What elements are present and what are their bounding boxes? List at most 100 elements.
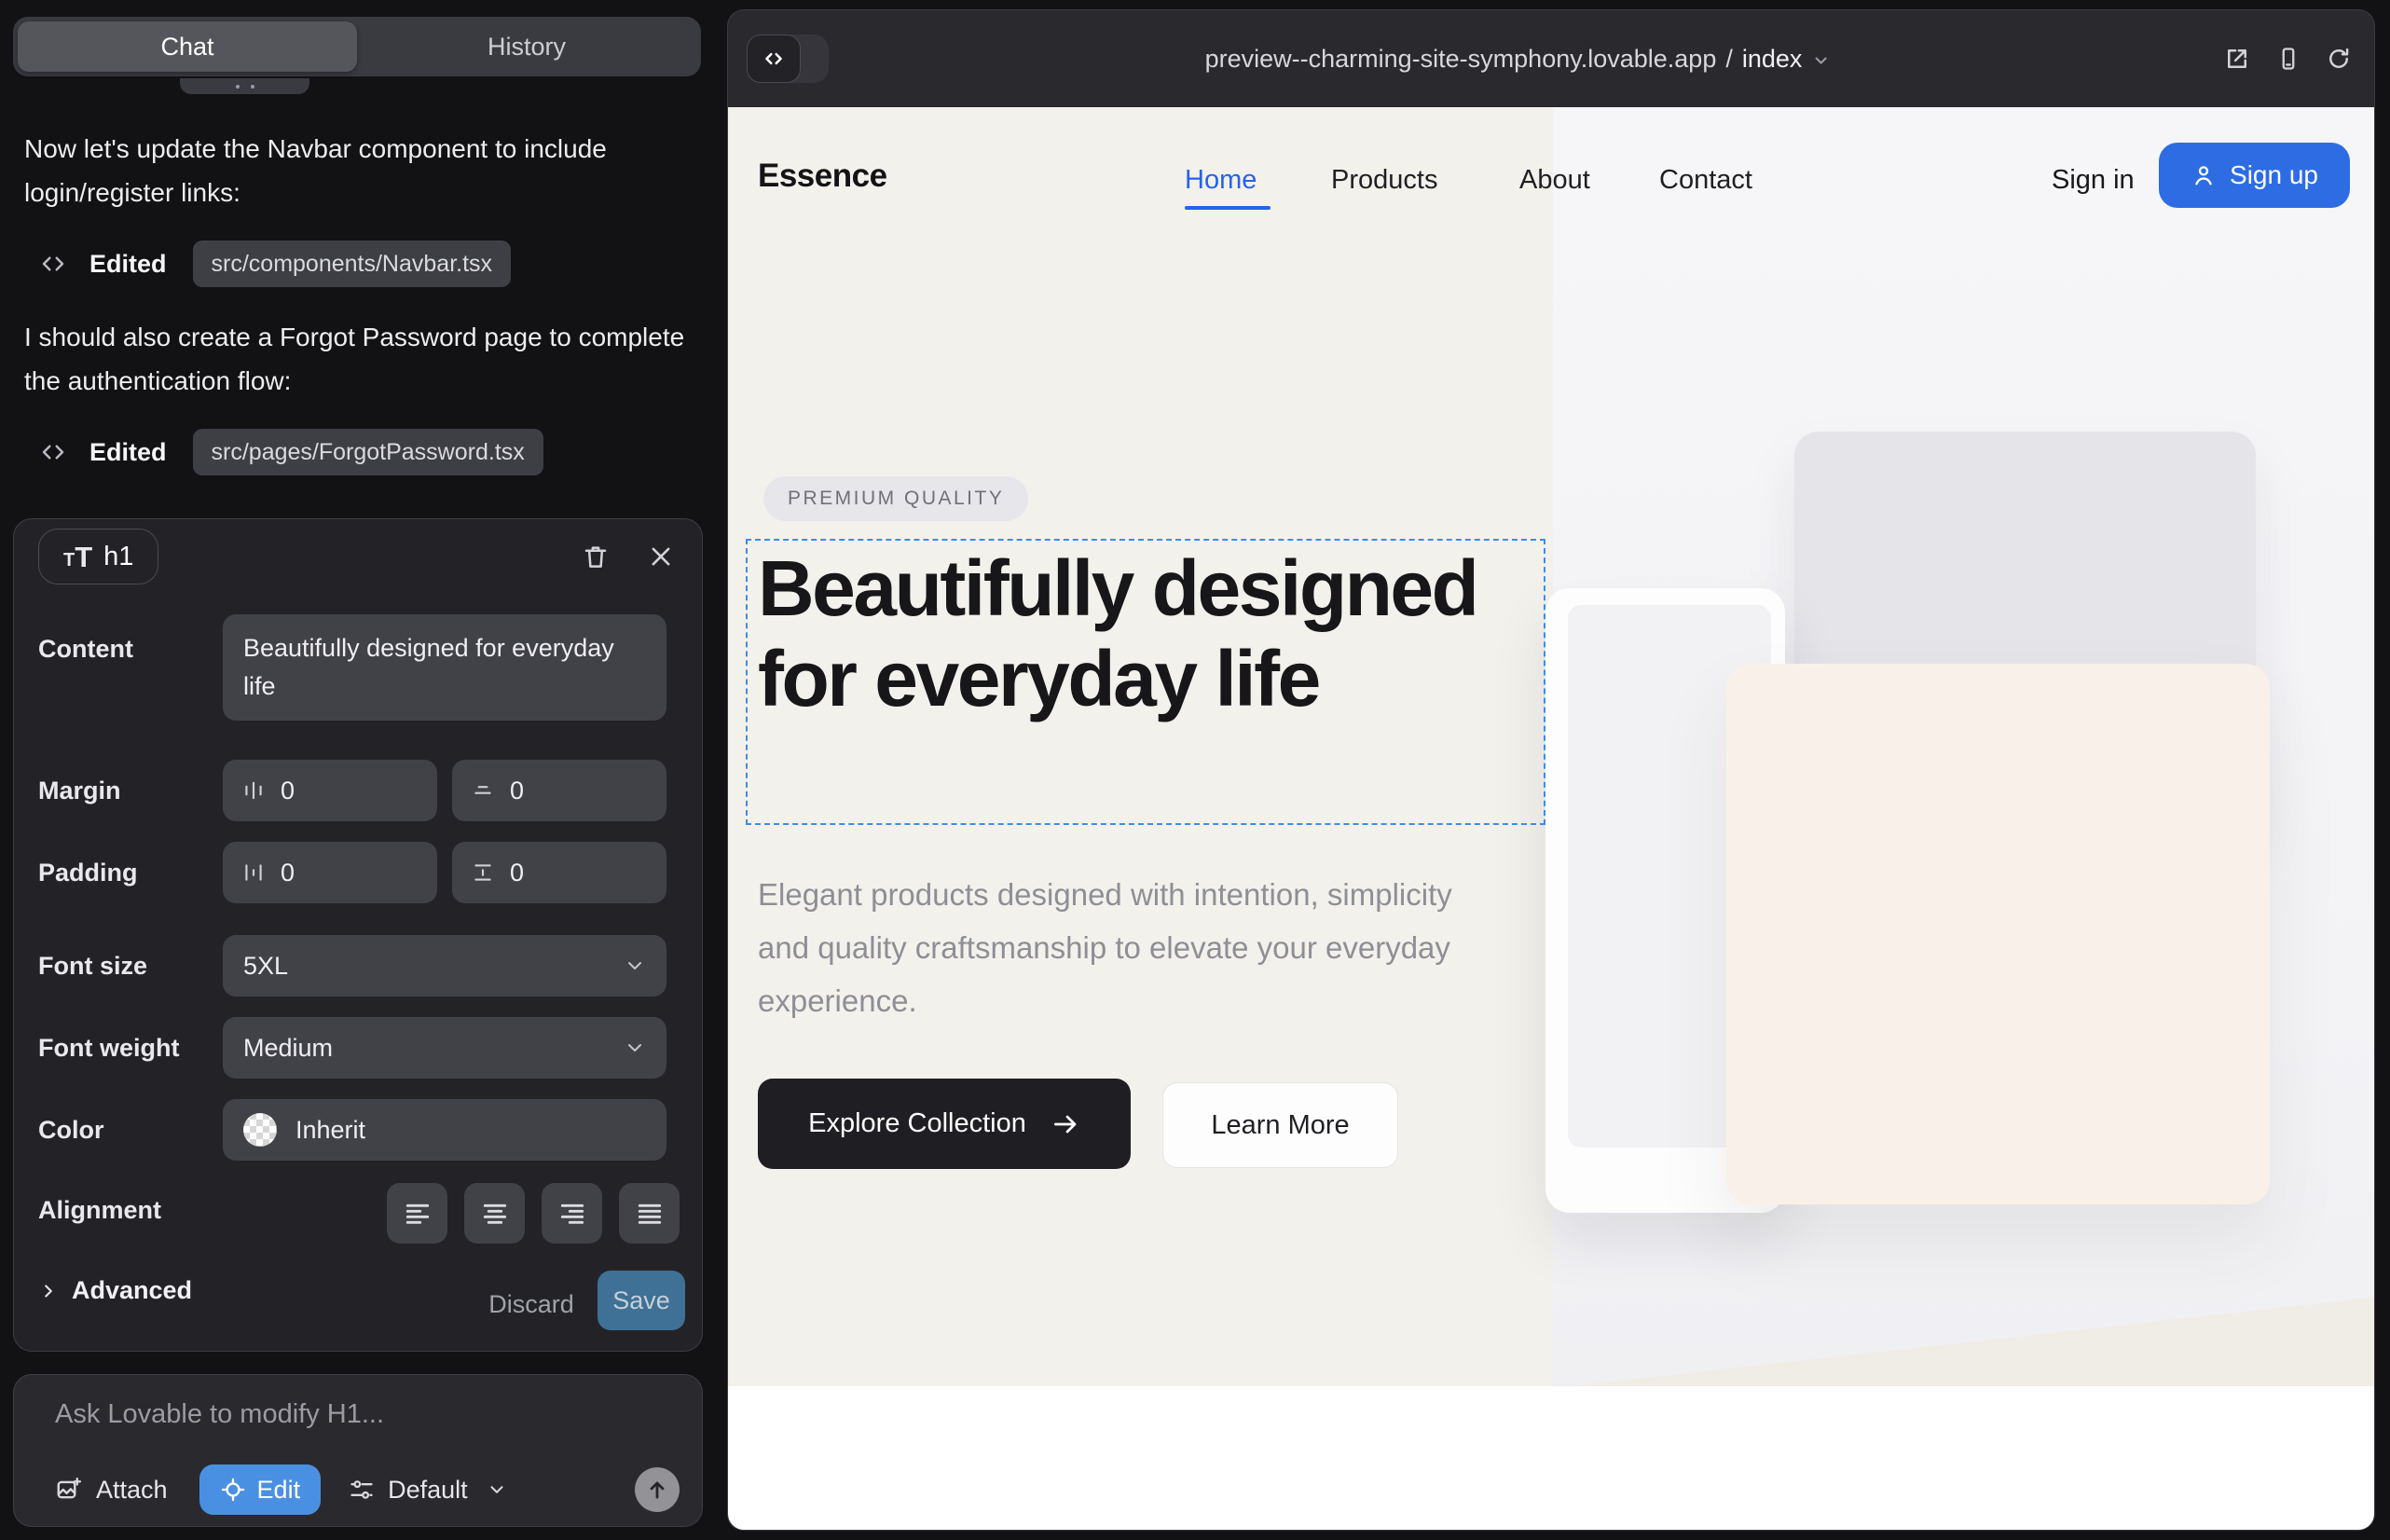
decor-rect-beige (1726, 664, 2270, 1204)
element-editor-panel: TT h1 Content Beautifully designed for e… (13, 518, 703, 1352)
chat-history-tabbar: Chat History (13, 17, 701, 76)
font-weight-select[interactable]: Medium (223, 1017, 666, 1079)
nav-link-products[interactable]: Products (1331, 165, 1437, 196)
code-icon (39, 438, 67, 466)
align-justify-icon (635, 1199, 665, 1229)
chat-input-container: Attach Edit Default (13, 1374, 703, 1527)
delete-element-button[interactable] (575, 536, 616, 577)
tab-history[interactable]: History (357, 21, 696, 72)
chevron-down-icon (487, 1479, 507, 1500)
chevron-down-icon (624, 955, 646, 977)
align-center-button[interactable] (464, 1183, 525, 1244)
explore-collection-button[interactable]: Explore Collection (758, 1079, 1131, 1169)
chat-prompt-input[interactable] (55, 1399, 661, 1430)
type-icon: TT (63, 542, 92, 572)
margin-x-input[interactable]: 0 (223, 760, 437, 821)
code-icon (762, 47, 786, 71)
model-default-button[interactable]: Default (349, 1476, 507, 1505)
nav-link-about[interactable]: About (1519, 165, 1590, 196)
sliders-icon (349, 1477, 375, 1503)
send-button[interactable] (635, 1467, 680, 1512)
nav-link-contact[interactable]: Contact (1659, 165, 1752, 196)
close-icon (648, 543, 674, 570)
nav-active-underline (1185, 206, 1271, 210)
align-right-button[interactable] (542, 1183, 602, 1244)
target-icon (220, 1477, 246, 1503)
learn-more-button[interactable]: Learn More (1162, 1082, 1398, 1168)
font-size-select[interactable]: 5XL (223, 935, 666, 997)
url-separator: / (1725, 45, 1733, 74)
font-size-label: Font size (38, 952, 147, 981)
attach-button[interactable]: Attach (55, 1476, 168, 1505)
close-editor-button[interactable] (640, 536, 681, 577)
browser-chrome: preview--charming-site-symphony.lovable.… (728, 10, 2374, 107)
premium-quality-badge: PREMIUM QUALITY (763, 476, 1028, 521)
tab-chat[interactable]: Chat (18, 21, 357, 72)
file-chip[interactable]: src/pages/ForgotPassword.tsx (193, 429, 543, 475)
attach-image-icon (55, 1476, 83, 1504)
padding-horizontal-icon (241, 860, 266, 885)
site-logo[interactable]: Essence (758, 158, 887, 195)
font-weight-label: Font weight (38, 1034, 179, 1063)
edit-mode-button[interactable]: Edit (199, 1464, 322, 1515)
edited-file-row: Edited src/pages/ForgotPassword.tsx (39, 429, 543, 475)
padding-y-input[interactable]: 0 (452, 842, 666, 903)
padding-label: Padding (38, 859, 138, 887)
refresh-icon (2326, 46, 2352, 72)
nav-link-home[interactable]: Home (1185, 165, 1257, 196)
element-selection-outline[interactable] (746, 539, 1545, 825)
discard-button[interactable]: Discard (471, 1276, 592, 1332)
align-left-icon (403, 1199, 433, 1229)
mobile-device-icon (2275, 46, 2301, 72)
chat-input-toolbar: Attach Edit Default (55, 1464, 680, 1515)
selected-element-tag[interactable]: TT h1 (38, 529, 158, 584)
margin-y-input[interactable]: 0 (452, 760, 666, 821)
refresh-button[interactable] (2326, 46, 2352, 72)
code-icon (39, 250, 67, 278)
app-root: Chat History Now let's update the Navbar… (0, 0, 2390, 1540)
trash-icon (582, 543, 610, 571)
color-label: Color (38, 1116, 104, 1145)
sign-up-button[interactable]: Sign up (2159, 143, 2350, 208)
hero-description: Elegant products designed with intention… (758, 868, 1504, 1027)
color-select[interactable]: Inherit (223, 1099, 666, 1161)
edited-file-row: Edited src/components/Navbar.tsx (39, 241, 511, 287)
margin-horizontal-icon (241, 778, 266, 803)
align-left-button[interactable] (387, 1183, 447, 1244)
alignment-label: Alignment (38, 1196, 161, 1225)
user-icon (2191, 162, 2217, 188)
chevron-down-icon (1811, 51, 1830, 70)
url-bar[interactable]: preview--charming-site-symphony.lovable.… (1205, 10, 1831, 107)
url-path: index (1742, 45, 1803, 74)
code-toggle-segment[interactable] (747, 34, 801, 83)
url-host: preview--charming-site-symphony.lovable.… (1205, 45, 1717, 74)
assistant-message: Now let's update the Navbar component to… (24, 127, 690, 214)
chevron-right-icon (38, 1281, 59, 1301)
preview-browser-window: preview--charming-site-symphony.lovable.… (727, 9, 2375, 1531)
margin-label: Margin (38, 777, 121, 805)
tag-name: h1 (103, 542, 133, 572)
align-right-icon (557, 1199, 587, 1229)
save-button[interactable]: Save (598, 1271, 685, 1330)
color-swatch (243, 1113, 277, 1147)
edited-label: Edited (89, 438, 167, 467)
mobile-preview-button[interactable] (2275, 46, 2301, 72)
padding-x-input[interactable]: 0 (223, 842, 437, 903)
arrow-right-icon (1051, 1109, 1080, 1139)
edited-label: Edited (89, 250, 167, 279)
open-external-button[interactable] (2223, 45, 2251, 73)
chevron-down-icon (624, 1037, 646, 1059)
align-center-icon (480, 1199, 510, 1229)
sign-in-link[interactable]: Sign in (2052, 165, 2135, 196)
content-input[interactable]: Beautifully designed for everyday life (223, 614, 666, 721)
external-link-icon (2223, 45, 2251, 73)
code-view-toggle[interactable] (747, 34, 829, 83)
advanced-toggle[interactable]: Advanced (38, 1276, 192, 1305)
preview-page: Essence Home Products About Contact Sign… (728, 107, 2374, 1531)
file-chip[interactable]: src/components/Navbar.tsx (193, 241, 512, 287)
content-label: Content (38, 635, 133, 664)
margin-vertical-icon (471, 778, 495, 803)
arrow-up-icon (645, 1478, 669, 1502)
align-justify-button[interactable] (619, 1183, 680, 1244)
padding-vertical-icon (471, 860, 495, 885)
